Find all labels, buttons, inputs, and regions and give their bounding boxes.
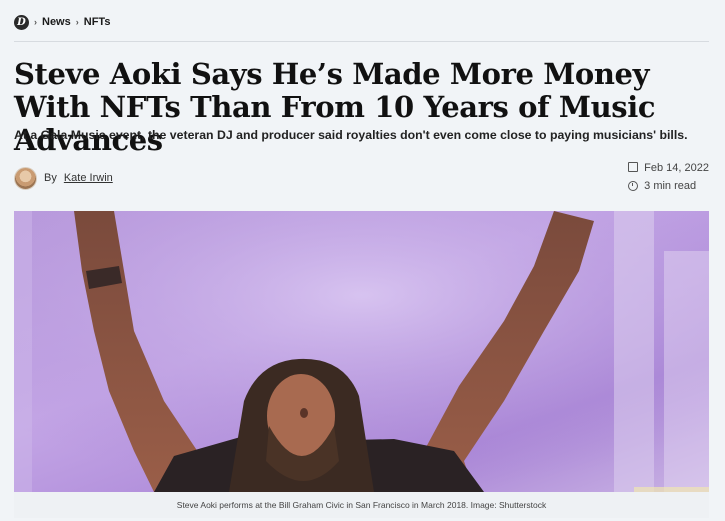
publish-date-row: Feb 14, 2022 (628, 159, 709, 177)
header-divider (14, 41, 709, 42)
article-title: Steve Aoki Says He’s Made More Money Wit… (14, 57, 656, 157)
breadcrumb: D › News › NFTs (14, 12, 110, 32)
author-link[interactable]: Kate Irwin (64, 172, 113, 184)
hero-image (14, 211, 709, 492)
clock-icon (628, 181, 639, 191)
breadcrumb-separator: › (75, 17, 79, 27)
publish-date: Feb 14, 2022 (644, 162, 709, 174)
read-time-row: 3 min read (628, 177, 709, 195)
article-subtitle: At a Gala Music event, the veteran DJ an… (14, 128, 688, 142)
read-time: 3 min read (644, 180, 697, 192)
breadcrumb-separator: › (34, 17, 37, 27)
image-caption: Steve Aoki performs at the Bill Graham C… (14, 492, 709, 518)
byline: By Kate Irwin (14, 166, 113, 190)
byline-prefix: By (44, 172, 57, 184)
calendar-icon (628, 162, 639, 172)
author-avatar[interactable] (14, 166, 37, 190)
hero-photo-illustration (14, 211, 709, 492)
breadcrumb-link-nfts[interactable]: NFTs (84, 16, 111, 28)
article-meta: Feb 14, 2022 3 min read (628, 159, 709, 195)
breadcrumb-link-news[interactable]: News (42, 16, 71, 28)
site-logo-icon[interactable]: D (14, 14, 29, 30)
